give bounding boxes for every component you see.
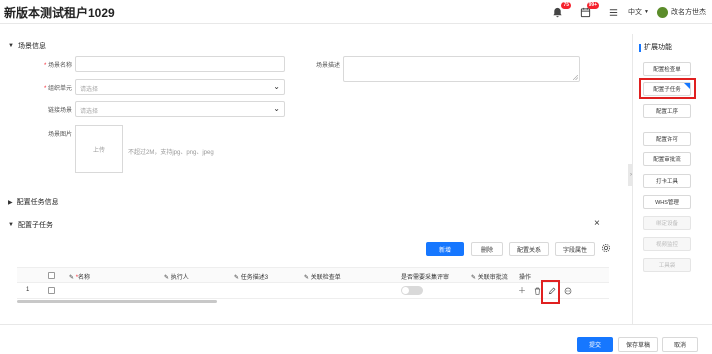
submit-button[interactable]: 提交	[577, 337, 613, 352]
table-header: ✎ *名称 ✎ 执行人 ✎ 任务描述3 ✎ 关联检查单 是否需要采集评审 ✎ 关…	[17, 267, 609, 283]
column-header-task-desc: ✎ 任务描述3	[234, 275, 269, 281]
sidebar-item-bind-device: 绑定设备	[643, 216, 691, 230]
org-unit-select[interactable]: 请选择 ⌄	[75, 79, 285, 95]
top-right-toolbar: 75 99+ 中文 ▼ 改名方世杰	[550, 2, 706, 21]
subtask-table: ✎ *名称 ✎ 执行人 ✎ 任务描述3 ✎ 关联检查单 是否需要采集评审 ✎ 关…	[17, 267, 609, 303]
column-header-name: ✎ *名称	[69, 275, 91, 281]
caret-right-icon: ▶	[8, 199, 13, 206]
notification-badge: 75	[561, 2, 572, 9]
scene-name-input[interactable]	[75, 56, 285, 72]
chevron-down-icon: ⌄	[273, 82, 280, 91]
settings-gear-icon[interactable]	[601, 243, 611, 253]
user-menu[interactable]: 改名方世杰	[657, 6, 706, 18]
highlight-box-subtask	[639, 78, 696, 99]
row-index: 1	[26, 287, 30, 293]
field-attributes-button[interactable]: 字段属性	[555, 242, 595, 256]
highlight-box-edit	[541, 280, 560, 304]
scene-section-title: 场景信息	[17, 43, 46, 50]
caret-down-icon: ▼	[8, 222, 14, 228]
table-row: 1 ＋	[17, 283, 609, 299]
column-header-collect-review: 是否需要采集评审	[401, 275, 450, 281]
sidebar-item-checklist[interactable]: 配置检查单	[643, 62, 691, 76]
config-relation-button[interactable]: 配置关系	[509, 242, 549, 256]
avatar	[657, 6, 668, 18]
sidebar-item-permit[interactable]: 配置许可	[643, 132, 691, 146]
chevron-down-icon: ▼	[644, 9, 649, 15]
add-subtask-button[interactable]: 新增	[426, 242, 464, 256]
sidebar-item-video: 视频监控	[643, 237, 691, 251]
horizontal-scrollbar[interactable]	[17, 300, 217, 303]
top-bar: 新版本测试租户1029 75 99+ 中文 ▼ 改名方世杰	[0, 0, 712, 24]
notification-bell-button[interactable]: 75	[550, 2, 572, 19]
collect-review-toggle[interactable]	[401, 286, 423, 295]
task-info-section-header[interactable]: ▶ 配置任务信息	[8, 197, 59, 207]
grid-menu-icon	[609, 8, 617, 16]
message-button[interactable]: 99+	[578, 2, 600, 19]
upload-hint: 不超过2M，支持jpg、png、jpeg	[128, 150, 214, 156]
bell-icon	[552, 7, 562, 17]
link-scene-select[interactable]: 请选择 ⌄	[75, 101, 285, 117]
column-header-executor: ✎ 执行人	[164, 275, 189, 281]
chevron-down-icon: ⌄	[273, 104, 280, 113]
close-icon[interactable]: ×	[594, 218, 600, 229]
column-header-approval-flow: ✎ 关联审批流	[471, 275, 508, 281]
more-menu-button[interactable]	[606, 5, 620, 19]
sidebar-title: 扩展功能	[639, 44, 672, 52]
caret-down-icon: ▼	[8, 43, 14, 49]
sidebar-item-process[interactable]: 配置工序	[643, 104, 691, 118]
trash-icon[interactable]	[534, 287, 541, 295]
column-header-checklist: ✎ 关联检查单	[304, 275, 341, 281]
org-unit-placeholder: 请选择	[80, 87, 99, 93]
user-name: 改名方世杰	[671, 9, 706, 16]
more-options-icon[interactable]	[564, 287, 572, 295]
row-checkbox[interactable]	[48, 287, 55, 294]
language-label: 中文	[628, 9, 643, 16]
language-switch[interactable]: 中文 ▼	[628, 7, 649, 17]
image-upload-box[interactable]: 上传	[75, 125, 123, 173]
scene-section-header[interactable]: ▼ 场景信息	[8, 41, 46, 51]
footer-bar: 提交 保存草稿 取消	[0, 324, 712, 354]
sidebar-item-checkin-tool[interactable]: 打卡工具	[643, 174, 691, 188]
task-info-section-title: 配置任务信息	[16, 199, 59, 206]
column-header-actions: 操作	[519, 275, 532, 281]
sidebar-item-approval[interactable]: 配置审批流	[643, 152, 691, 166]
subtask-section-title: 配置子任务	[17, 222, 53, 229]
message-badge: 99+	[586, 2, 600, 9]
scene-desc-label: 场景描述	[315, 63, 340, 69]
sidebar-item-whs[interactable]: WHS管理	[643, 195, 691, 209]
link-scene-placeholder: 请选择	[80, 109, 99, 115]
scene-desc-textarea[interactable]	[343, 56, 580, 82]
subtask-section-header[interactable]: ▼ 配置子任务	[8, 220, 53, 230]
save-draft-button[interactable]: 保存草稿	[618, 337, 658, 352]
resize-handle-icon	[573, 75, 578, 80]
scene-name-label: * 场景名称	[43, 63, 72, 69]
tenant-title: 新版本测试租户1029	[4, 6, 115, 20]
cancel-button[interactable]: 取消	[662, 337, 698, 352]
link-scene-label: 链接场景	[47, 108, 72, 114]
delete-subtask-button[interactable]: 删除	[471, 242, 503, 256]
scene-image-label: 场景图片	[47, 132, 72, 138]
add-row-icon[interactable]: ＋	[518, 285, 526, 296]
sidebar-item-toolbag: 工具袋	[643, 258, 691, 272]
org-unit-label: * 组织单元	[43, 86, 72, 92]
select-all-checkbox[interactable]	[48, 272, 55, 279]
